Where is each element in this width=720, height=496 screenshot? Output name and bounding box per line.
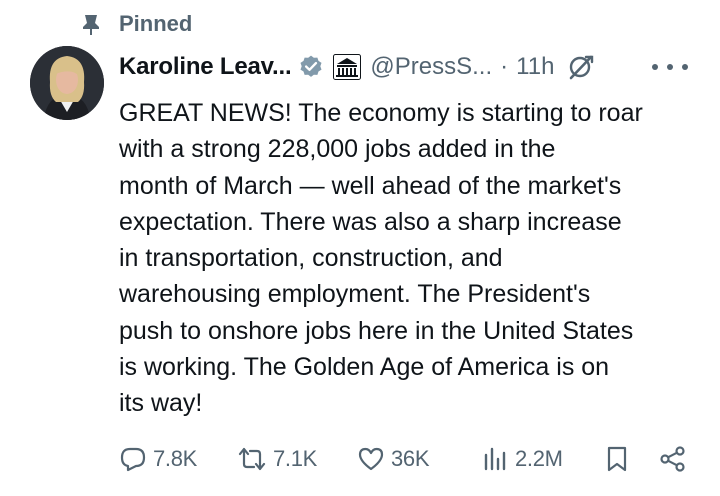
like-button[interactable]: 36K	[357, 441, 430, 477]
tweet-text: GREAT NEWS! The economy is starting to r…	[119, 99, 643, 418]
more-dot	[652, 64, 658, 70]
bookmark-icon	[607, 446, 627, 472]
views-button[interactable]: 2.2M	[481, 441, 563, 477]
more-dot	[667, 64, 673, 70]
tweet-header: Karoline Leav... @PressS... · 11h	[119, 49, 594, 85]
grok-icon[interactable]	[568, 54, 594, 80]
repost-count: 7.1K	[273, 446, 318, 471]
heart-icon	[358, 447, 384, 471]
views-count: 2.2M	[515, 446, 563, 471]
like-count: 36K	[391, 446, 430, 471]
bookmark-button[interactable]	[603, 441, 631, 477]
user-handle[interactable]: @PressS...	[370, 53, 492, 81]
reply-button[interactable]: 7.8K	[119, 441, 197, 477]
tweet-timestamp[interactable]: 11h	[516, 53, 554, 81]
affiliation-badge-icon[interactable]	[333, 54, 362, 80]
pinned-label: Pinned	[119, 11, 193, 36]
repost-button[interactable]: 7.1K	[237, 441, 317, 477]
display-name[interactable]: Karoline Leav...	[119, 53, 292, 81]
repost-icon	[238, 447, 266, 471]
more-dot	[682, 64, 688, 70]
views-chart-icon	[484, 447, 506, 471]
avatar[interactable]	[30, 46, 104, 120]
more-options-icon[interactable]	[652, 55, 688, 79]
reply-count: 7.8K	[153, 446, 198, 471]
reply-icon	[120, 447, 146, 472]
share-button[interactable]	[659, 441, 687, 477]
separator-dot: ·	[500, 53, 509, 80]
action-bar: 7.8K 7.1K 36K 2.2M	[119, 441, 699, 477]
pin-icon	[82, 10, 100, 40]
verified-badge-icon[interactable]	[298, 54, 324, 80]
share-icon	[660, 446, 685, 472]
